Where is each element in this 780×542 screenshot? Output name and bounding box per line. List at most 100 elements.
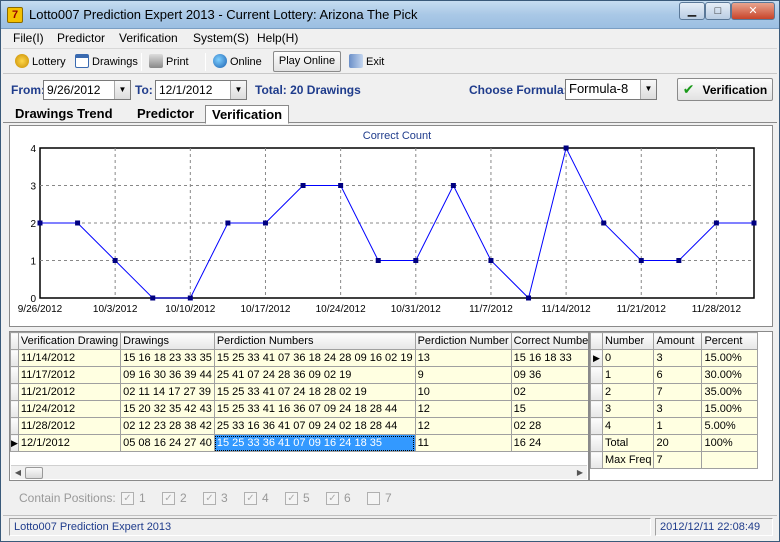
table-cell[interactable]: 15.00% xyxy=(701,400,759,418)
scrollbar-thumb[interactable] xyxy=(25,467,43,479)
table-cell[interactable]: 4 xyxy=(601,417,655,435)
stats-grid[interactable]: Number Amount Percent ▶ 0 3 15.00% 1 6 30.00% 2 7 3… xyxy=(589,331,773,481)
table-cell[interactable]: 16 24 xyxy=(510,434,588,452)
table-cell[interactable]: 10 xyxy=(414,383,512,401)
position-checkbox-1[interactable]: ✓ xyxy=(121,492,134,505)
table-cell[interactable]: 15 16 18 23 33 35 xyxy=(120,349,215,367)
row-indicator[interactable] xyxy=(590,434,603,452)
table-cell[interactable]: 11/21/2012 xyxy=(17,383,122,401)
table-row[interactable]: 1 6 30.00% xyxy=(590,366,759,384)
table-row[interactable]: 11/14/2012 15 16 18 23 33 35 15 25 33 41 0… xyxy=(10,349,588,367)
row-indicator[interactable] xyxy=(590,366,603,384)
table-cell[interactable]: 15.00% xyxy=(701,349,759,367)
table-cell[interactable]: Total xyxy=(601,434,655,452)
menu-verification[interactable]: Verification xyxy=(119,31,178,45)
table-row[interactable]: Total 20 100% xyxy=(590,434,759,452)
row-indicator[interactable] xyxy=(590,417,603,435)
table-row[interactable]: 2 7 35.00% xyxy=(590,383,759,401)
online-button[interactable]: Online xyxy=(213,52,262,72)
column-header[interactable]: Perdiction Numbers xyxy=(213,332,416,350)
table-cell[interactable]: 11/14/2012 xyxy=(17,349,122,367)
row-indicator[interactable] xyxy=(10,383,19,401)
row-indicator[interactable] xyxy=(590,451,603,469)
table-row[interactable]: ▶ 0 3 15.00% xyxy=(590,349,759,367)
verification-grid[interactable]: Verification Drawing Drawings Perdiction N… xyxy=(9,331,589,481)
table-row[interactable]: 11/17/2012 09 16 30 36 39 44 25 41 07 24 2… xyxy=(10,366,588,384)
table-cell[interactable]: 11/28/2012 xyxy=(17,417,122,435)
position-checkbox-5[interactable]: ✓ xyxy=(285,492,298,505)
row-indicator[interactable] xyxy=(10,349,19,367)
table-cell[interactable]: 02 xyxy=(510,383,588,401)
table-cell[interactable]: 05 08 16 24 27 40 xyxy=(120,434,215,452)
position-checkbox-3[interactable]: ✓ xyxy=(203,492,216,505)
table-cell[interactable]: 7 xyxy=(653,383,703,401)
table-cell[interactable]: 13 xyxy=(414,349,512,367)
drawings-button[interactable]: Drawings xyxy=(75,52,138,72)
table-cell[interactable]: 5.00% xyxy=(701,417,759,435)
table-cell[interactable]: 20 xyxy=(653,434,703,452)
table-cell[interactable]: 15 25 33 41 07 36 18 24 28 09 16 02 19 xyxy=(213,349,416,367)
position-checkbox-4[interactable]: ✓ xyxy=(244,492,257,505)
table-cell[interactable]: 0 xyxy=(601,349,655,367)
table-cell[interactable]: 2 xyxy=(601,383,655,401)
column-header[interactable]: Correct Numbers xyxy=(510,332,588,350)
table-cell[interactable]: 11/17/2012 xyxy=(17,366,122,384)
table-cell[interactable]: 15 16 18 33 xyxy=(510,349,588,367)
table-row[interactable]: 4 1 5.00% xyxy=(590,417,759,435)
table-cell[interactable]: 7 xyxy=(653,451,703,469)
chevron-down-icon[interactable]: ▼ xyxy=(230,81,246,99)
table-cell[interactable]: 1 xyxy=(653,417,703,435)
tab-predictor[interactable]: Predictor xyxy=(131,105,200,124)
table-cell[interactable]: 15 25 33 41 07 24 18 28 02 19 xyxy=(213,383,416,401)
column-header[interactable]: Verification Drawing xyxy=(17,332,122,350)
position-checkbox-7[interactable] xyxy=(367,492,380,505)
title-bar[interactable]: 7 Lotto007 Prediction Expert 2013 - Curr… xyxy=(1,1,779,29)
table-row[interactable]: Max Freq 7 xyxy=(590,451,759,469)
position-checkbox-6[interactable]: ✓ xyxy=(326,492,339,505)
table-row[interactable]: 11/21/2012 02 11 14 17 27 39 15 25 33 41 0… xyxy=(10,383,588,401)
table-row[interactable]: 11/28/2012 02 12 23 28 38 42 25 33 16 36 4… xyxy=(10,417,588,435)
table-cell[interactable]: 100% xyxy=(701,434,759,452)
table-row[interactable]: 11/24/2012 15 20 32 35 42 43 15 25 33 41 1… xyxy=(10,400,588,418)
tab-drawings-trend[interactable]: Drawings Trend xyxy=(9,105,119,124)
row-indicator[interactable] xyxy=(10,417,19,435)
table-cell[interactable]: 02 11 14 17 27 39 xyxy=(120,383,215,401)
menu-system[interactable]: System(S) xyxy=(193,31,249,45)
column-header[interactable]: Amount xyxy=(653,332,703,350)
table-cell[interactable]: 15 25 33 41 16 36 07 09 24 18 28 44 xyxy=(213,400,416,418)
row-indicator[interactable] xyxy=(590,400,603,418)
table-row[interactable]: 3 3 15.00% xyxy=(590,400,759,418)
table-cell[interactable]: 1 xyxy=(601,366,655,384)
table-cell[interactable]: 15 25 33 36 41 07 09 16 24 18 35 xyxy=(213,434,416,452)
play-online-button[interactable]: Play Online xyxy=(273,51,341,72)
table-cell[interactable]: 3 xyxy=(601,400,655,418)
print-button[interactable]: Print xyxy=(149,52,189,72)
chevron-down-icon[interactable]: ▼ xyxy=(640,80,656,99)
table-cell[interactable] xyxy=(701,451,759,469)
table-cell[interactable]: 11/24/2012 xyxy=(17,400,122,418)
table-cell[interactable]: 12 xyxy=(414,400,512,418)
menu-file[interactable]: File(I) xyxy=(13,31,44,45)
table-cell[interactable]: 30.00% xyxy=(701,366,759,384)
formula-select[interactable]: Formula-8 ▼ xyxy=(565,79,657,100)
table-cell[interactable]: 15 20 32 35 42 43 xyxy=(120,400,215,418)
table-cell[interactable]: 6 xyxy=(653,366,703,384)
column-header[interactable]: Number xyxy=(601,332,655,350)
table-cell[interactable]: 15 xyxy=(510,400,588,418)
row-indicator[interactable] xyxy=(10,400,19,418)
verification-button[interactable]: ✔ Verification xyxy=(677,78,773,101)
current-row-arrow-icon[interactable]: ▶ xyxy=(590,349,603,367)
table-cell[interactable]: 09 16 30 36 39 44 xyxy=(120,366,215,384)
table-cell[interactable]: 12 xyxy=(414,417,512,435)
table-cell[interactable]: Max Freq xyxy=(601,451,655,469)
menu-predictor[interactable]: Predictor xyxy=(57,31,105,45)
tab-verification[interactable]: Verification xyxy=(205,105,290,124)
lottery-button[interactable]: Lottery xyxy=(15,52,66,72)
scroll-right-icon[interactable]: ▶ xyxy=(574,467,586,479)
position-checkbox-2[interactable]: ✓ xyxy=(162,492,175,505)
scroll-left-icon[interactable]: ◀ xyxy=(12,467,24,479)
table-cell[interactable]: 12/1/2012 xyxy=(17,434,122,452)
exit-button[interactable]: Exit xyxy=(349,52,384,72)
horizontal-scrollbar[interactable]: ◀ ▶ xyxy=(11,465,587,479)
column-header[interactable]: Perdiction Number xyxy=(414,332,512,350)
